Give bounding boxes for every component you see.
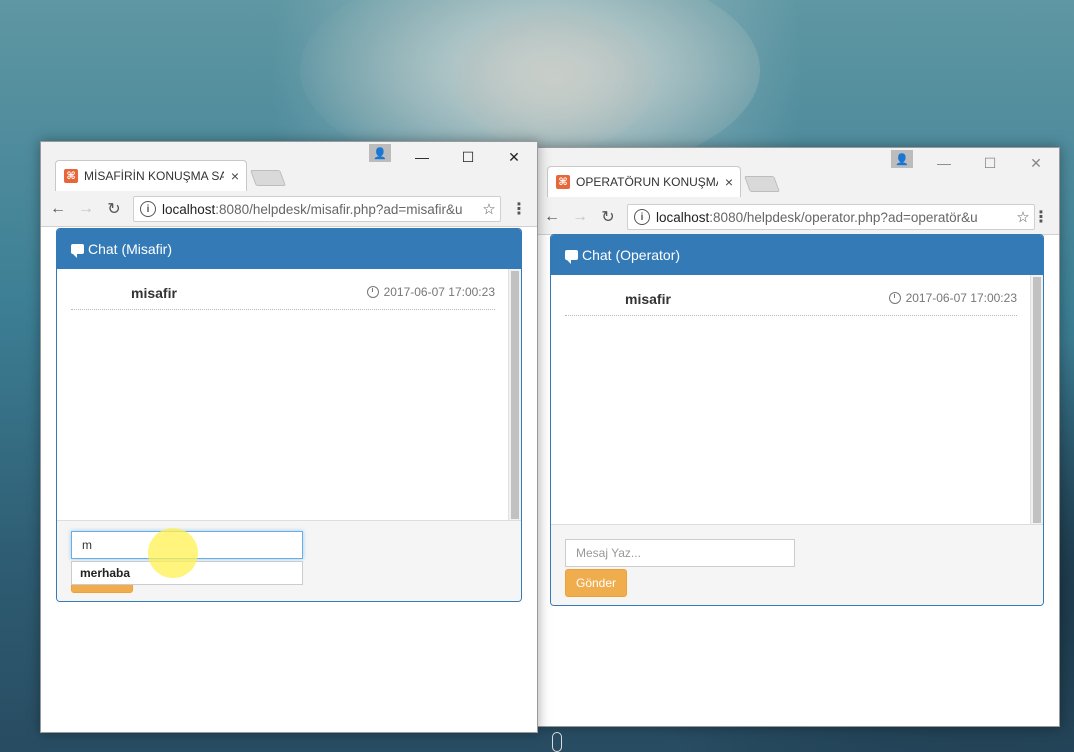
panel-footer: m merhaba bbox=[57, 520, 521, 601]
guest-browser-window: ⌘ MİSAFİRİN KONUŞMA SA × 👤 — ☐ ✕ ← → ↻ i… bbox=[40, 141, 538, 733]
panel-footer: Mesaj Yaz... Gönder bbox=[551, 524, 1043, 605]
forward-arrow-icon[interactable]: → bbox=[75, 198, 97, 220]
scrollbar-thumb[interactable] bbox=[1033, 277, 1041, 523]
url-path: :8080/helpdesk/misafir.php?ad=misafir&u bbox=[215, 201, 463, 217]
xampp-favicon-icon: ⌘ bbox=[64, 169, 78, 183]
tab-guest[interactable]: ⌘ MİSAFİRİN KONUŞMA SA × bbox=[55, 160, 247, 191]
url-host: localhost bbox=[162, 201, 216, 217]
message-input-placeholder: Mesaj Yaz... bbox=[576, 546, 641, 560]
clock-icon bbox=[366, 286, 379, 298]
tab-close-icon[interactable]: × bbox=[224, 168, 246, 184]
profile-icon[interactable]: 👤 bbox=[891, 150, 913, 168]
tab-operator[interactable]: ⌘ OPERATÖRUN KONUŞMA × bbox=[547, 166, 741, 197]
taskbar-handle bbox=[552, 732, 562, 752]
forward-arrow-icon[interactable]: → bbox=[569, 206, 591, 228]
message-input-value: m bbox=[82, 538, 92, 552]
url-text: localhost:8080/helpdesk/operator.php?ad=… bbox=[656, 210, 1012, 225]
send-button[interactable]: Gönder bbox=[565, 569, 627, 597]
address-bar[interactable]: i localhost:8080/helpdesk/misafir.php?ad… bbox=[133, 196, 501, 222]
minimize-button[interactable]: — bbox=[399, 144, 445, 170]
message-timestamp: 2017-06-07 17:00:23 bbox=[905, 291, 1017, 305]
message-user: misafir bbox=[131, 285, 177, 301]
back-arrow-icon[interactable]: ← bbox=[541, 206, 563, 228]
scrollbar-thumb[interactable] bbox=[511, 271, 519, 519]
back-arrow-icon[interactable]: ← bbox=[47, 198, 69, 220]
close-button[interactable]: ✕ bbox=[1013, 150, 1059, 176]
tab-close-icon[interactable]: × bbox=[718, 174, 740, 190]
chat-messages: misafir 2017-06-07 17:00:23 bbox=[551, 275, 1031, 525]
profile-icon[interactable]: 👤 bbox=[369, 144, 391, 162]
message-item: misafir 2017-06-07 17:00:23 bbox=[71, 279, 495, 310]
new-tab-button[interactable] bbox=[250, 170, 286, 186]
comment-icon bbox=[71, 244, 84, 258]
message-user: misafir bbox=[625, 291, 671, 307]
browser-toolbar: ← → ↻ i localhost:8080/helpdesk/operator… bbox=[537, 200, 1059, 235]
message-input[interactable]: Mesaj Yaz... bbox=[565, 539, 795, 567]
message-time: 2017-06-07 17:00:23 bbox=[888, 291, 1017, 305]
operator-browser-window: ⌘ OPERATÖRUN KONUŞMA × 👤 — ☐ ✕ ← → ↻ i l… bbox=[536, 147, 1060, 727]
info-icon[interactable]: i bbox=[634, 209, 650, 225]
address-bar[interactable]: i localhost:8080/helpdesk/operator.php?a… bbox=[627, 204, 1035, 230]
message-time: 2017-06-07 17:00:23 bbox=[366, 285, 495, 299]
clock-icon bbox=[888, 292, 901, 304]
menu-dots-icon[interactable]: ⋮ bbox=[1033, 206, 1049, 228]
reload-icon[interactable]: ↻ bbox=[103, 198, 125, 220]
message-item: misafir 2017-06-07 17:00:23 bbox=[565, 285, 1017, 316]
chat-panel: Chat (Misafir) misafir 2017-06-07 17:00:… bbox=[56, 228, 522, 602]
panel-title: Chat (Misafir) bbox=[88, 241, 173, 257]
minimize-button[interactable]: — bbox=[921, 150, 967, 176]
scrollbar[interactable] bbox=[1030, 275, 1043, 525]
url-text: localhost:8080/helpdesk/misafir.php?ad=m… bbox=[162, 202, 478, 217]
panel-heading: Chat (Operator) bbox=[551, 235, 1043, 275]
scrollbar[interactable] bbox=[508, 269, 521, 521]
maximize-button[interactable]: ☐ bbox=[445, 144, 491, 170]
chat-panel: Chat (Operator) misafir 2017-06-07 17:00… bbox=[550, 234, 1044, 606]
bookmark-star-icon[interactable]: ☆ bbox=[1012, 208, 1034, 226]
bookmark-star-icon[interactable]: ☆ bbox=[478, 200, 500, 218]
panel-heading: Chat (Misafir) bbox=[57, 229, 521, 269]
url-host: localhost bbox=[656, 209, 710, 225]
comment-icon bbox=[565, 250, 578, 264]
browser-toolbar: ← → ↻ i localhost:8080/helpdesk/misafir.… bbox=[41, 192, 537, 227]
mouse-cursor-highlight bbox=[148, 528, 198, 578]
xampp-favicon-icon: ⌘ bbox=[556, 175, 570, 189]
maximize-button[interactable]: ☐ bbox=[967, 150, 1013, 176]
chat-messages: misafir 2017-06-07 17:00:23 bbox=[57, 269, 509, 521]
close-button[interactable]: ✕ bbox=[491, 144, 537, 170]
reload-icon[interactable]: ↻ bbox=[597, 206, 619, 228]
tab-title: OPERATÖRUN KONUŞMA bbox=[576, 175, 718, 189]
url-path: :8080/helpdesk/operator.php?ad=operatör&… bbox=[709, 209, 978, 225]
background-photo-face bbox=[455, 10, 655, 150]
panel-title: Chat (Operator) bbox=[582, 247, 681, 263]
info-icon[interactable]: i bbox=[140, 201, 156, 217]
new-tab-button[interactable] bbox=[744, 176, 780, 192]
menu-dots-icon[interactable]: ⋮ bbox=[511, 198, 527, 220]
message-timestamp: 2017-06-07 17:00:23 bbox=[383, 285, 495, 299]
tab-title: MİSAFİRİN KONUŞMA SA bbox=[84, 169, 224, 183]
